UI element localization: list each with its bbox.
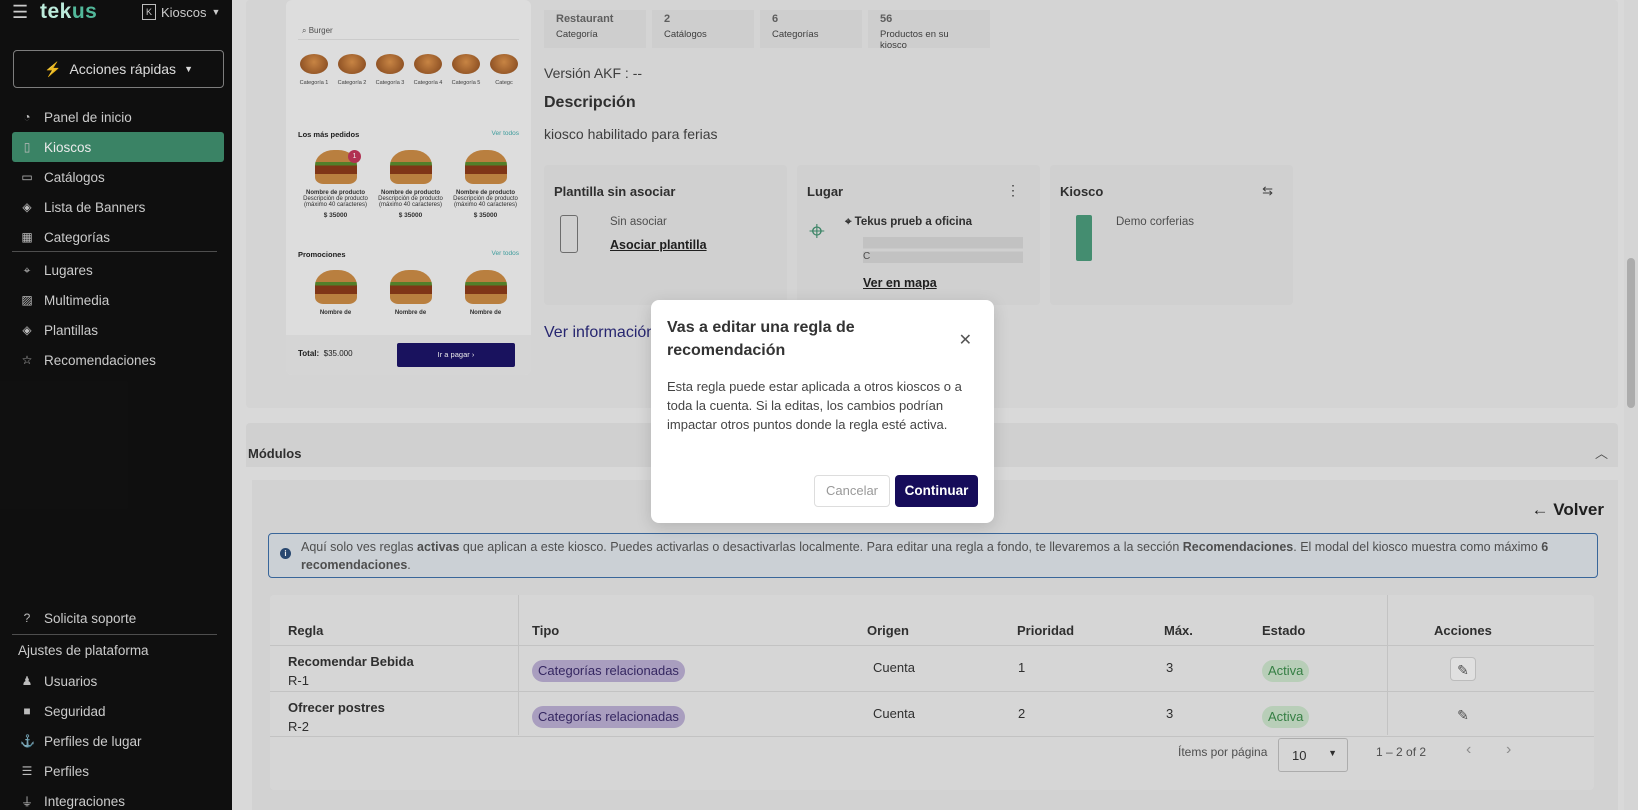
app: ☰ tekus K Kioscos ▼ ⚡ Acciones rápidas ▼… — [0, 0, 1638, 810]
modal-body: Esta regla puede estar aplicada a otros … — [667, 379, 962, 432]
close-icon[interactable]: ✕ — [959, 330, 972, 350]
edit-rule-modal: Vas a editar una regla de recomendación … — [651, 300, 994, 523]
cancel-button[interactable]: Cancelar — [814, 475, 890, 507]
modal-title: Vas a editar una regla de recomendación — [667, 319, 855, 359]
continue-button[interactable]: Continuar — [895, 475, 978, 507]
